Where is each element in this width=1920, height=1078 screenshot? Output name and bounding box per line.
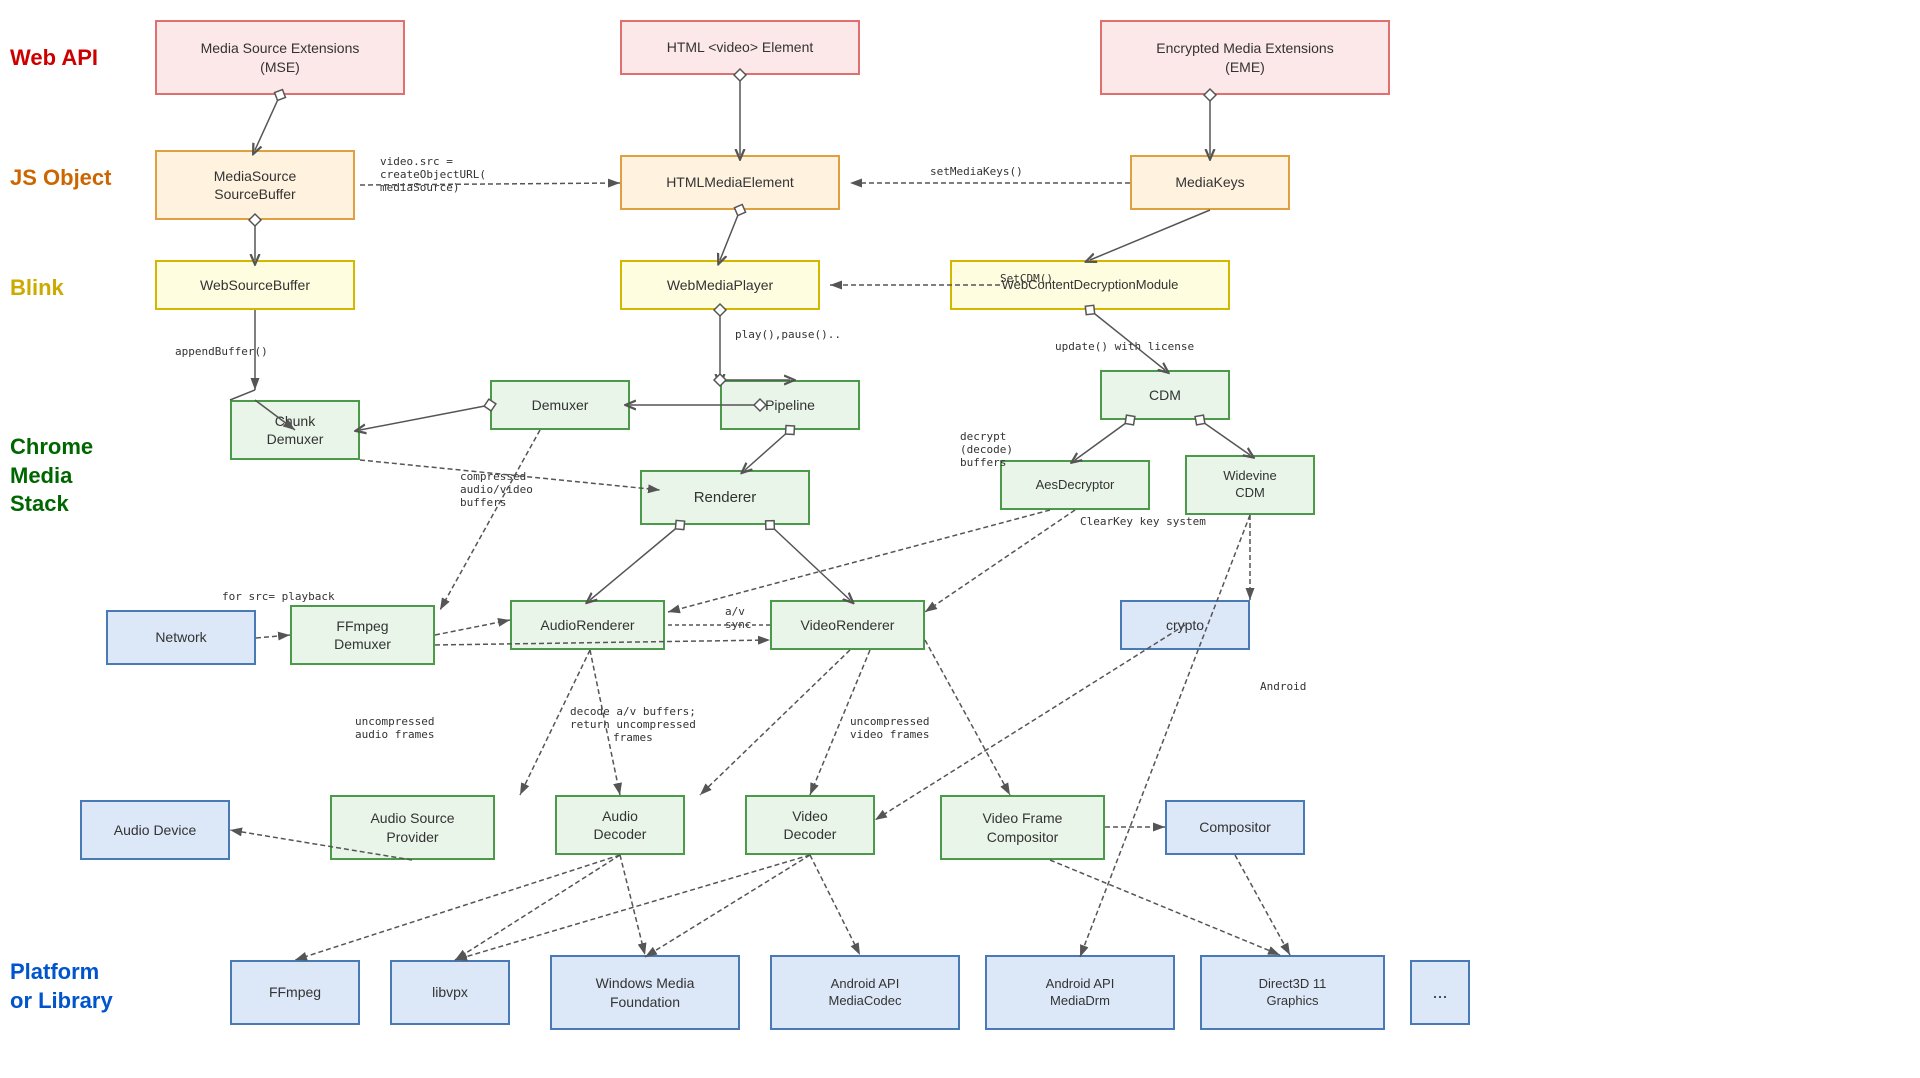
box-demuxer: Demuxer [490, 380, 630, 430]
box-video-frame-compositor: Video Frame Compositor [940, 795, 1105, 860]
box-eme: Encrypted Media Extensions (EME) [1100, 20, 1390, 95]
box-windows-media-foundation: Windows Media Foundation [550, 955, 740, 1030]
box-ffmpeg-demuxer: FFmpeg Demuxer [290, 605, 435, 665]
box-audio-decoder: Audio Decoder [555, 795, 685, 855]
ann-decrypt-buffers: decrypt (decode) buffers [960, 430, 1013, 469]
box-ffmpeg: FFmpeg [230, 960, 360, 1025]
box-pipeline: Pipeline [720, 380, 860, 430]
box-mse: Media Source Extensions (MSE) [155, 20, 405, 95]
ann-video-src: video.src = createObjectURL( mediaSource… [380, 155, 486, 194]
label-platform-or-library: Platform or Library [10, 958, 113, 1015]
box-libvpx: libvpx [390, 960, 510, 1025]
ann-for-src-playback: for src= playback [222, 590, 335, 603]
ann-set-media-keys: setMediaKeys() [930, 165, 1023, 178]
box-video-decoder: Video Decoder [745, 795, 875, 855]
ann-compressed-buffers: compressed audio/video buffers [460, 470, 533, 509]
box-webcontentdecryptionmodule: WebContentDecryptionModule [950, 260, 1230, 310]
box-audiorenderer: AudioRenderer [510, 600, 665, 650]
box-compositor: Compositor [1165, 800, 1305, 855]
ann-set-cdm: SetCDM() [1000, 272, 1053, 285]
box-webmediaplayer: WebMediaPlayer [620, 260, 820, 310]
box-mediasource: MediaSource SourceBuffer [155, 150, 355, 220]
ann-av-sync: a/v sync [725, 605, 752, 631]
diagram-container: Web API JS Object Blink Chrome Media Sta… [0, 0, 1920, 1078]
box-network: Network [106, 610, 256, 665]
box-ellipsis: ... [1410, 960, 1470, 1025]
box-direct3d: Direct3D 11 Graphics [1200, 955, 1385, 1030]
label-jsobject: JS Object [10, 165, 111, 191]
ann-decode-av-buffers: decode a/v buffers; return uncompressed … [570, 705, 696, 744]
label-chrome-media-stack: Chrome Media Stack [10, 433, 93, 519]
box-html-video: HTML <video> Element [620, 20, 860, 75]
ann-play-pause: play(),pause().. [735, 328, 841, 341]
box-mediakeys: MediaKeys [1130, 155, 1290, 210]
box-chunk-demuxer: Chunk Demuxer [230, 400, 360, 460]
box-audio-source-provider: Audio Source Provider [330, 795, 495, 860]
box-renderer: Renderer [640, 470, 810, 525]
label-webapi: Web API [10, 45, 98, 71]
box-audio-device: Audio Device [80, 800, 230, 860]
ann-android: Android [1260, 680, 1306, 693]
box-android-api-mediacodec: Android API MediaCodec [770, 955, 960, 1030]
ann-uncompressed-video: uncompressed video frames [850, 715, 929, 741]
box-websourcebuffer: WebSourceBuffer [155, 260, 355, 310]
box-cdm: CDM [1100, 370, 1230, 420]
box-aesdecryptor: AesDecryptor [1000, 460, 1150, 510]
ann-update-license: update() with license [1055, 340, 1194, 353]
ann-uncompressed-audio: uncompressed audio frames [355, 715, 434, 741]
ann-clearkey: ClearKey key system [1080, 515, 1206, 528]
ann-append-buffer: appendBuffer() [175, 345, 268, 358]
box-crypto: crypto [1120, 600, 1250, 650]
label-blink: Blink [10, 275, 64, 301]
box-widevine-cdm: Widevine CDM [1185, 455, 1315, 515]
box-htmlmediaelement: HTMLMediaElement [620, 155, 840, 210]
box-videorenderer: VideoRenderer [770, 600, 925, 650]
box-android-api-mediadrm: Android API MediaDrm [985, 955, 1175, 1030]
